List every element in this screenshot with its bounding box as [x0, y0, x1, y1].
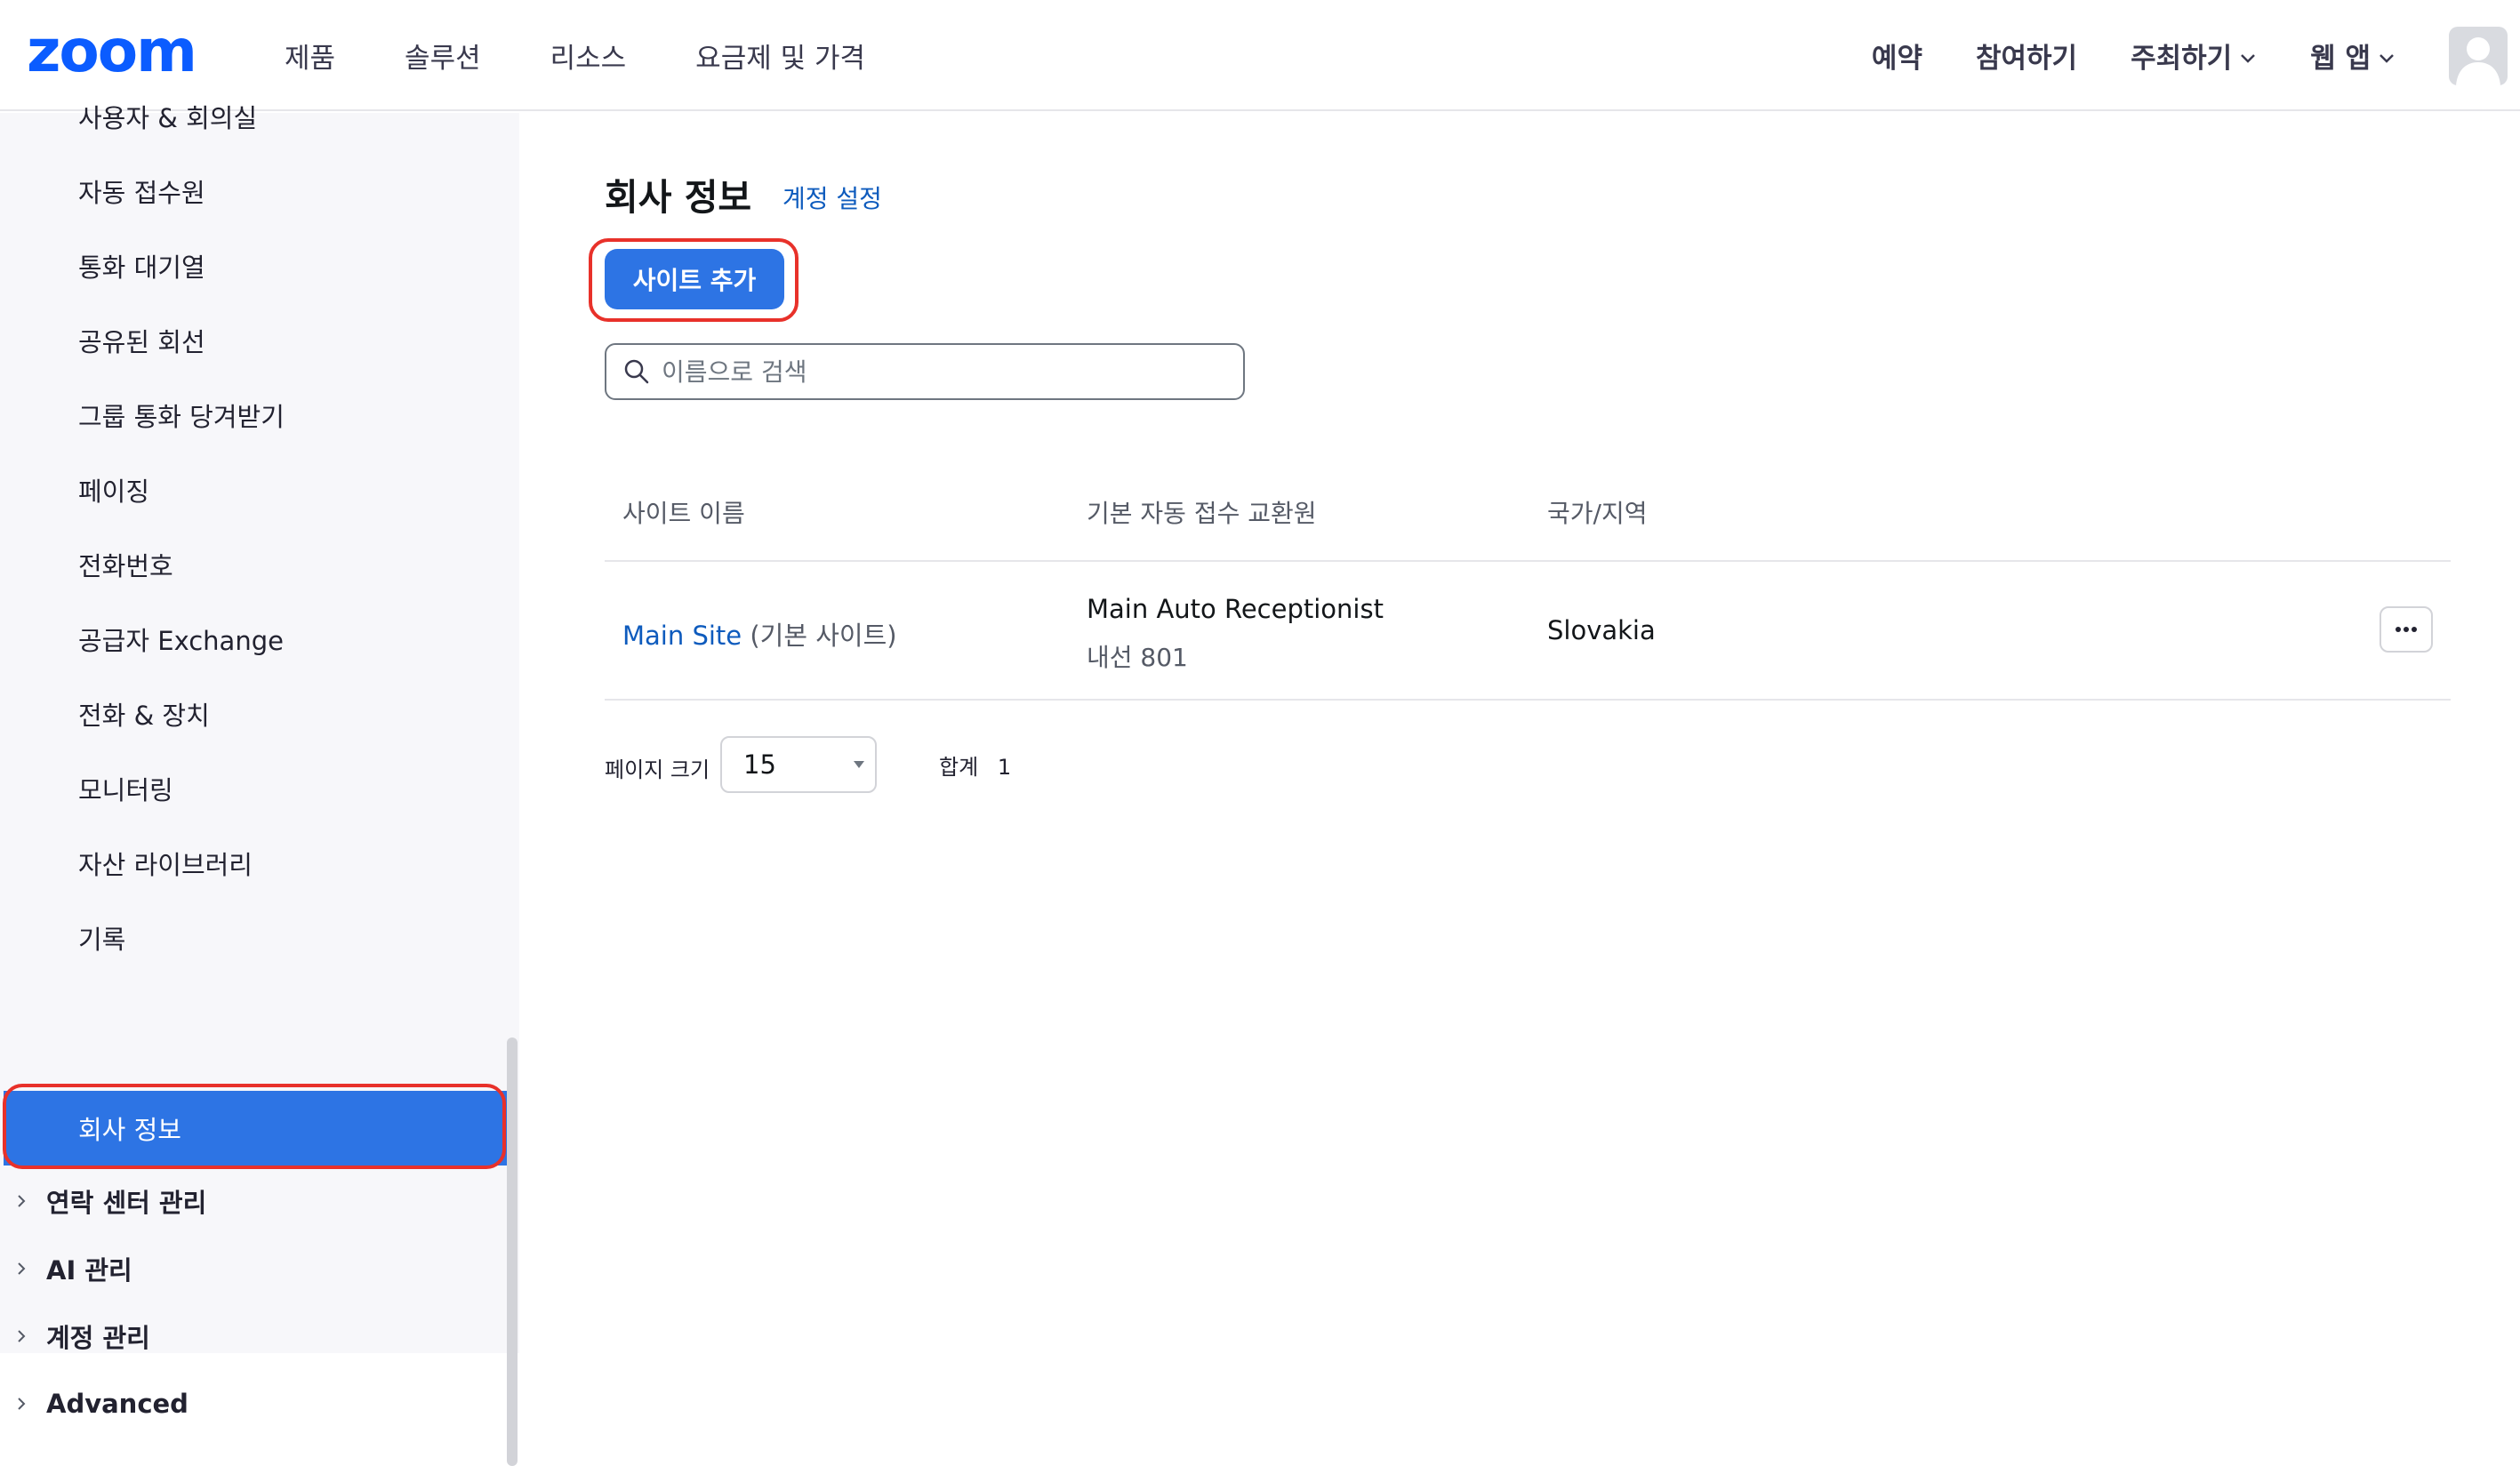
sidebar-item-asset-library[interactable]: 자산 라이브러리 — [0, 826, 507, 901]
nav-products[interactable]: 제품 — [285, 36, 335, 76]
sidebar-item-call-queues[interactable]: 통화 대기열 — [0, 228, 507, 303]
column-header-site-name[interactable]: 사이트 이름 — [622, 494, 745, 530]
add-site-button[interactable]: 사이트 추가 — [605, 249, 784, 309]
chevron-down-icon — [2241, 53, 2256, 63]
nav-resources[interactable]: 리소스 — [550, 36, 627, 76]
sidebar-group-label: 연락 센터 관리 — [46, 1188, 207, 1218]
sidebar-item-label: 전화번호 — [78, 551, 173, 581]
default-site-tag: (기본 사이트) — [750, 621, 897, 651]
page-size-select[interactable]: 15 — [720, 736, 877, 793]
sidebar-group-label: 계정 관리 — [46, 1323, 150, 1353]
sidebar-item-phone-numbers[interactable]: 전화번호 — [0, 527, 507, 602]
page-size-value: 15 — [743, 749, 776, 780]
chevron-right-icon — [18, 1195, 26, 1207]
sidebar-item-label: 그룹 통화 당겨받기 — [78, 402, 285, 432]
table-divider — [605, 699, 2451, 701]
auto-receptionist-name: Main Auto Receptionist — [1087, 594, 1384, 624]
row-actions-button[interactable] — [2380, 606, 2433, 653]
total-count: 합계 1 — [939, 749, 1011, 781]
sidebar-item-label: 전화 & 장치 — [78, 701, 210, 731]
sidebar-group-advanced[interactable]: Advanced — [0, 1373, 507, 1435]
secondary-nav: 예약 참여하기 주최하기 웹 앱 — [1872, 0, 2520, 111]
user-avatar-icon[interactable] — [2449, 26, 2508, 85]
person-icon — [2456, 36, 2500, 85]
search-input[interactable] — [662, 356, 1213, 387]
sidebar-item-label: 사용자 & 회의실 — [78, 103, 258, 133]
nav-join[interactable]: 참여하기 — [1976, 36, 2077, 76]
site-name-link[interactable]: Main Site — [622, 621, 742, 651]
page-size-label: 페이지 크기 — [605, 757, 710, 782]
sidebar-item-users-rooms[interactable]: 사용자 & 회의실 — [0, 79, 507, 154]
sidebar-item-auto-receptionist[interactable]: 자동 접수원 — [0, 154, 507, 228]
sidebar-item-label: 공유된 회선 — [78, 327, 205, 357]
sidebar-group-label: Advanced — [46, 1389, 189, 1419]
sidebar-group-label: AI 관리 — [46, 1255, 132, 1286]
nav-host-label: 주최하기 — [2131, 43, 2233, 75]
sidebar-item-label: 기록 — [78, 925, 126, 955]
column-header-auto-receptionist[interactable]: 기본 자동 접수 교환원 — [1087, 494, 1317, 530]
account-settings-link[interactable]: 계정 설정 — [782, 180, 882, 215]
sidebar-item-provider-exchange[interactable]: 공급자 Exchange — [0, 602, 507, 677]
sidebar-item-monitoring[interactable]: 모니터링 — [0, 751, 507, 826]
sidebar-group-contact-center[interactable]: 연락 센터 관리 — [0, 1170, 507, 1232]
sidebar-group-account[interactable]: 계정 관리 — [0, 1305, 507, 1367]
search-icon — [624, 359, 649, 384]
page-title: 회사 정보 — [605, 176, 752, 219]
sidebar-item-label: 자산 라이브러리 — [78, 850, 253, 880]
sidebar-item-label: 공급자 Exchange — [78, 626, 284, 656]
site-name-cell: Main Site (기본 사이트) — [622, 615, 897, 653]
sidebar-scrollbar[interactable] — [507, 1037, 518, 1466]
nav-pricing[interactable]: 요금제 및 가격 — [695, 36, 865, 76]
column-header-country[interactable]: 국가/지역 — [1547, 494, 1647, 530]
total-label: 합계 — [939, 755, 979, 780]
chevron-right-icon — [18, 1398, 26, 1410]
nav-join-label: 참여하기 — [1975, 43, 2078, 75]
zoom-logo[interactable]: zoom — [27, 25, 224, 78]
table-divider — [605, 560, 2451, 562]
chevron-right-icon — [18, 1330, 26, 1342]
sidebar: 사용자 & 회의실 자동 접수원 통화 대기열 공유된 회선 그룹 통화 당겨받… — [0, 103, 519, 1466]
chevron-right-icon — [18, 1262, 26, 1275]
caret-down-icon — [854, 761, 864, 768]
sidebar-item-recordings[interactable]: 기록 — [0, 901, 507, 975]
more-horizontal-icon — [2396, 627, 2417, 632]
extension-number: 내선 801 — [1087, 643, 1188, 672]
nav-web-app[interactable]: 웹 앱 — [2310, 36, 2396, 76]
sidebar-item-paging[interactable]: 페이징 — [0, 453, 507, 527]
nav-schedule-label: 예약 — [1871, 43, 1922, 75]
nav-solutions[interactable]: 솔루션 — [405, 36, 481, 76]
nav-web-app-label: 웹 앱 — [2310, 43, 2371, 75]
sidebar-item-shared-lines[interactable]: 공유된 회선 — [0, 303, 507, 378]
zoom-logo-text: zoom — [27, 25, 196, 78]
sidebar-item-label: 페이징 — [78, 477, 150, 507]
highlight-outline — [3, 1084, 506, 1169]
country-cell: Slovakia — [1547, 615, 1656, 645]
nav-host[interactable]: 주최하기 — [2131, 36, 2257, 76]
sidebar-item-group-call-pickup[interactable]: 그룹 통화 당겨받기 — [0, 378, 507, 453]
sidebar-item-label: 자동 접수원 — [78, 178, 205, 208]
sidebar-group-ai[interactable]: AI 관리 — [0, 1238, 507, 1300]
sidebar-item-label: 모니터링 — [78, 775, 173, 805]
nav-schedule[interactable]: 예약 — [1872, 36, 1922, 76]
search-field[interactable] — [605, 343, 1245, 400]
sidebar-item-label: 통화 대기열 — [78, 252, 205, 283]
sidebar-item-phones-devices[interactable]: 전화 & 장치 — [0, 677, 507, 751]
total-value: 1 — [997, 755, 1012, 780]
chevron-down-icon — [2380, 53, 2394, 63]
